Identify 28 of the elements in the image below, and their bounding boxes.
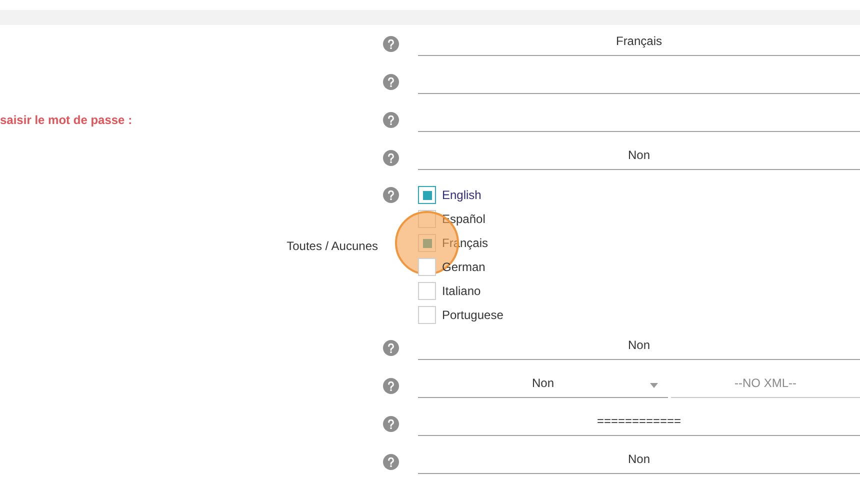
select-field[interactable]: Non xyxy=(418,329,860,360)
select-field[interactable]: Non xyxy=(418,367,668,398)
select-field[interactable]: Français xyxy=(418,25,860,56)
option-label: English xyxy=(442,187,482,204)
checkbox[interactable] xyxy=(418,210,436,228)
help-icon[interactable] xyxy=(383,36,399,52)
help-icon[interactable] xyxy=(383,378,399,394)
checkbox[interactable] xyxy=(418,258,436,276)
checkbox[interactable] xyxy=(418,306,436,324)
help-icon[interactable] xyxy=(383,112,399,128)
option-label: Italiano xyxy=(442,283,481,300)
help-icon[interactable] xyxy=(383,150,399,166)
help-icon[interactable] xyxy=(383,74,399,90)
option-label: Portuguese xyxy=(442,307,504,324)
field-label: saisir le mot de passe : xyxy=(0,112,132,129)
select-field[interactable]: ============ xyxy=(418,405,860,436)
help-icon[interactable] xyxy=(383,454,399,470)
select-field[interactable]: --NO XML-- xyxy=(671,367,860,398)
help-icon[interactable] xyxy=(383,340,399,356)
select-all-link[interactable]: Toutes / Aucunes xyxy=(286,237,378,255)
checkbox[interactable] xyxy=(418,186,436,204)
help-icon[interactable] xyxy=(383,416,399,432)
caret-icon xyxy=(650,383,658,388)
checkbox[interactable] xyxy=(418,234,436,252)
select-field[interactable]: Non xyxy=(418,443,860,474)
help-icon[interactable] xyxy=(383,187,399,203)
checkbox[interactable] xyxy=(418,282,436,300)
select-field[interactable]: Non xyxy=(418,139,860,170)
